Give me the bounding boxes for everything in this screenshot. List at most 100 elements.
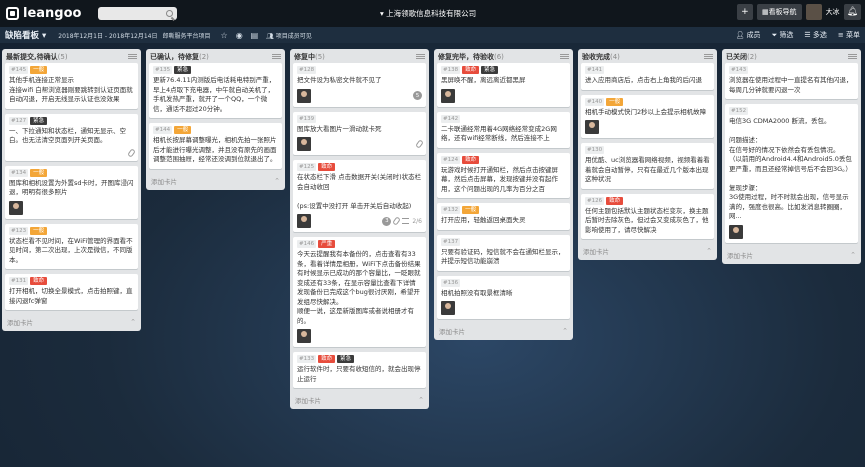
add-card-button[interactable]: 添加卡片 ⌃ bbox=[722, 248, 861, 264]
notification-bell-icon[interactable]: 🔔︎ bbox=[843, 4, 861, 20]
card[interactable]: #152 电信3G CDMA2000 断流，丢包。 问题描述： 在信号好的情况下依然会… bbox=[725, 104, 858, 243]
member-avatar[interactable] bbox=[585, 120, 599, 134]
card[interactable]: #131 致命 打开相机，切换全景模式，点击拍照键，直接闪退fc弹窗 bbox=[5, 274, 138, 310]
card-tag: 紧急 bbox=[174, 66, 192, 74]
card[interactable]: #144 一般相机长按屏幕调整曝光，相机先拍一张照片后才能进行曝光调整，并且没有原… bbox=[149, 123, 282, 169]
add-card-button[interactable]: 添加卡片 ⌃ bbox=[146, 174, 285, 190]
board-owner[interactable]: 郎嘶服务平台项目 bbox=[163, 31, 211, 40]
star-icon[interactable]: ☆ bbox=[221, 31, 228, 40]
card-id: #133 bbox=[297, 355, 317, 363]
card-meta: #123 一般 bbox=[9, 226, 134, 235]
card[interactable]: #140 一般 相机手动模式快门2秒以上会提示相机故障 bbox=[581, 94, 714, 138]
member-avatar[interactable] bbox=[297, 137, 311, 151]
user-avatar[interactable] bbox=[805, 4, 822, 20]
card[interactable]: #132 一般 打开应用，轻触返回桌面失灵 bbox=[437, 203, 570, 230]
list-header[interactable]: 已关闭(2) bbox=[722, 49, 861, 63]
company-selector[interactable]: ▾ 上海领歌信息科技有限公司 bbox=[380, 8, 476, 19]
member-avatar[interactable] bbox=[441, 301, 455, 315]
card-text: 相机长按屏幕调整曝光，相机先拍一张照片后才能进行曝光调整，并且没有原先的画面调整… bbox=[153, 136, 277, 163]
card[interactable]: #139 图库放大看图片一滑动就卡死 bbox=[293, 111, 426, 155]
card[interactable]: #138 致命 紧急 黑屏唤不醒，离远离近都黑屏 bbox=[437, 63, 570, 107]
card-meta: #145 一般 bbox=[9, 66, 134, 74]
list-menu-icon[interactable] bbox=[272, 54, 281, 59]
card-meta: #144 一般 bbox=[153, 126, 278, 134]
card[interactable]: #128 把文件设为私密文件就不见了 5 bbox=[293, 63, 426, 107]
list-column: 最新提交,待确认(5) #145 一般 其他手机连接正常显示 连接wifi 白帮浏览器刚… bbox=[2, 49, 141, 331]
card-meta: #152 bbox=[729, 107, 854, 115]
card-text: 状态栏看不见时间，在WiFi管理的界面看不见时间，第二次出现，上次是微信，不同版… bbox=[9, 236, 133, 264]
list-header[interactable]: 最新提交,待确认(5) bbox=[2, 49, 141, 63]
add-button[interactable]: + bbox=[736, 4, 753, 20]
board-dates: 2018年12月1日 - 2018年12月14日 bbox=[58, 32, 158, 40]
archive-icon[interactable]: ▤ bbox=[251, 31, 259, 40]
search-icon[interactable] bbox=[166, 10, 173, 17]
list-header[interactable]: 验收完成(4) bbox=[578, 49, 717, 63]
collapse-icon[interactable]: ⌃ bbox=[706, 247, 712, 255]
members-button[interactable]: 👤︎ 成员 bbox=[735, 30, 760, 40]
card-id: #132 bbox=[441, 206, 461, 214]
card[interactable]: #145 一般 其他手机连接正常显示 连接wifi 白帮浏览器刚要跳转到认证页面就自动… bbox=[5, 63, 138, 109]
card[interactable]: #141 进入应用商店后，点击右上角我的后闪退 bbox=[581, 63, 714, 90]
multi-select-button[interactable]: ☰ 多选 bbox=[804, 30, 827, 40]
card[interactable]: #136 相机拍照没有取景框清晰 bbox=[437, 275, 570, 319]
list-menu-icon[interactable] bbox=[704, 54, 713, 59]
list-header[interactable]: 修复中(5) bbox=[290, 49, 429, 63]
collapse-icon[interactable]: ⌃ bbox=[274, 177, 280, 185]
list-title[interactable]: 修复完毕，待验收(6) bbox=[438, 52, 504, 62]
view-icon[interactable]: ◉ bbox=[236, 31, 243, 40]
search-input[interactable] bbox=[98, 7, 177, 20]
list-header[interactable]: 修复完毕，待验收(6) bbox=[434, 49, 573, 63]
list-title[interactable]: 最新提交,待确认(5) bbox=[6, 52, 68, 62]
add-card-button[interactable]: 添加卡片 ⌃ bbox=[434, 324, 573, 340]
card[interactable]: #126 致命 任何主题包括默认主题状态栏变灰，换主题后暂时去除灰色，但过会又变成灰… bbox=[581, 193, 714, 239]
menu-button[interactable]: ≡ 菜单 bbox=[838, 30, 860, 40]
card[interactable]: #134 一般 图库和相机设置为外置sd卡时，开图库浸闪退，明明有很多照片 bbox=[5, 165, 138, 219]
list-title[interactable]: 修复中(5) bbox=[294, 52, 325, 62]
card-container: #141 进入应用商店后，点击右上角我的后闪退 #140 一般 相机手动模式快门2秒以上… bbox=[578, 63, 717, 239]
list-menu-icon[interactable] bbox=[416, 54, 425, 59]
member-avatar[interactable] bbox=[441, 88, 455, 103]
list-title[interactable]: 已关闭(2) bbox=[726, 52, 757, 62]
app-logo[interactable]: leangoo bbox=[6, 6, 81, 21]
card[interactable]: #125 致命 在状态栏下滑 点击数据开关(关闭时)状态栏会自动收回 (ps:设置中没… bbox=[293, 160, 426, 232]
add-card-button[interactable]: 添加卡片 ⌃ bbox=[578, 244, 717, 260]
visibility-setting[interactable]: 👥︎ 项目成员可见 bbox=[266, 31, 312, 40]
member-avatar[interactable] bbox=[297, 88, 311, 103]
collapse-icon[interactable]: ⌃ bbox=[418, 396, 424, 404]
card[interactable]: #146 严重 今天云提醒我有本备份的，点击查看有33条，看着详情是相册，WiFi下… bbox=[293, 237, 426, 347]
card-meta: #137 bbox=[441, 237, 566, 246]
member-avatar[interactable] bbox=[729, 224, 743, 239]
list-menu-icon[interactable] bbox=[848, 54, 857, 59]
board-title[interactable]: 缺陷看板 ▾ bbox=[5, 29, 46, 41]
collapse-icon[interactable]: ⌃ bbox=[562, 327, 568, 335]
card[interactable]: #135 紧急 更新76.4.11内测版后电话耗电特别严重，早上4点取下充电器，中午… bbox=[149, 63, 282, 118]
card-tag: 紧急 bbox=[337, 355, 355, 363]
card-tag: 一般 bbox=[606, 97, 624, 106]
list-menu-icon[interactable] bbox=[128, 54, 137, 59]
member-avatar[interactable] bbox=[9, 200, 23, 215]
add-card-button[interactable]: 添加卡片 ⌃ bbox=[290, 393, 429, 409]
user-name[interactable]: 大冰 bbox=[826, 7, 840, 17]
card[interactable]: #133 致命 紧急 运行软件时，只要有收短信的，就会出现停止运行 bbox=[293, 352, 426, 388]
card[interactable]: #130 用优酷、uc浏览器看网络视频，视频看着看着就会自动暂停，只有在最近几个版… bbox=[581, 143, 714, 189]
card[interactable]: #124 致命 玩游戏时候打开通知栏，然后点击按键屏幕，然后点击屏幕，发现按键并没有… bbox=[437, 152, 570, 198]
card[interactable]: #143 浏览器在使用过程中一直提名有其他闪退，每周几分钟就要闪退一次 bbox=[725, 63, 858, 99]
board-nav-button[interactable]: ▦ 看板导航 bbox=[756, 4, 802, 20]
card[interactable]: #142 二卡联通经常用着4G网络经常变成2G网络，还有wifi经常断线，然后连接… bbox=[437, 111, 570, 148]
card-id: #136 bbox=[441, 278, 461, 287]
add-card-button[interactable]: 添加卡片 ⌃ bbox=[2, 315, 141, 331]
card-meta: #135 紧急 bbox=[153, 66, 278, 74]
member-avatar[interactable] bbox=[297, 214, 311, 228]
list-header[interactable]: 已确认，待修复(2) bbox=[146, 49, 285, 63]
collapse-icon[interactable]: ⌃ bbox=[850, 251, 856, 259]
collapse-icon[interactable]: ⌃ bbox=[130, 318, 136, 326]
card[interactable]: #127 紧急 一、下拉通知和状态栏，通知无显示、空白。也无法清空页面列开关页面。 bbox=[5, 113, 138, 161]
list-title[interactable]: 验收完成(4) bbox=[582, 52, 620, 62]
member-avatar[interactable] bbox=[297, 329, 311, 343]
list-title[interactable]: 已确认，待修复(2) bbox=[150, 52, 209, 62]
card[interactable]: #137 只要有验证码，短信就不会在通知栏显示，并提示短信功能崩溃 bbox=[437, 234, 570, 271]
card-footer: 5 bbox=[297, 88, 422, 103]
card[interactable]: #123 一般 状态栏看不见时间，在WiFi管理的界面看不见时间，第二次出现，上次是… bbox=[5, 223, 138, 269]
filter-button[interactable]: ⏷ 筛选 bbox=[772, 30, 794, 40]
list-menu-icon[interactable] bbox=[560, 54, 569, 59]
